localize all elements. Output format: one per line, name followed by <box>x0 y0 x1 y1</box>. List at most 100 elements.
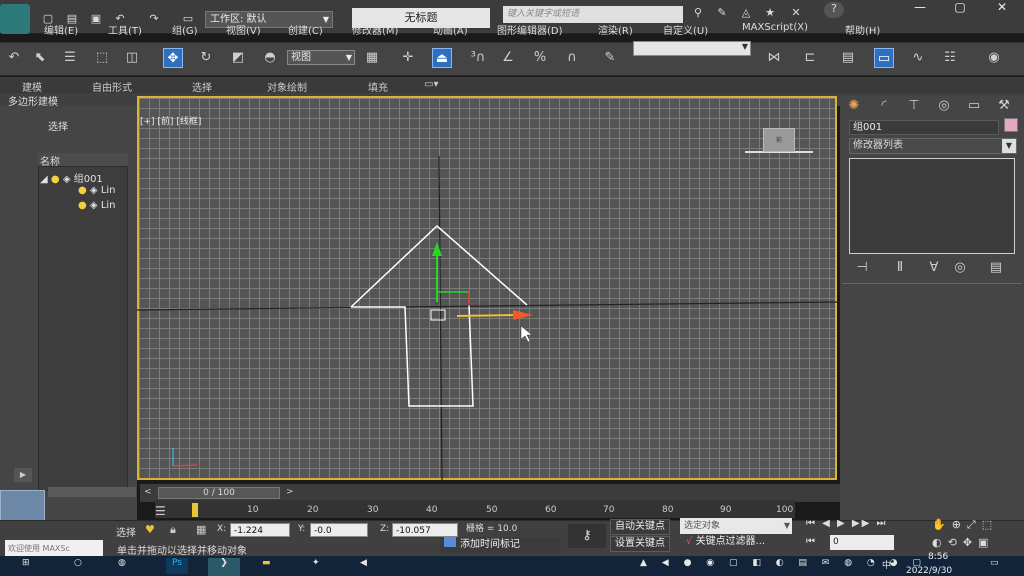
add-time-tag-button[interactable]: 添加时间标记 <box>440 537 560 553</box>
layer-manager-icon[interactable]: ▤ <box>838 48 858 68</box>
isolate-selection-icon[interactable]: ♥ <box>145 523 155 536</box>
x-coordinate-field[interactable]: -1.224 <box>230 523 290 537</box>
scene-select-label[interactable]: 选择 <box>48 118 68 133</box>
playback-controls[interactable]: ⏮ ◀ ▶ ▶▶ ⏭ <box>806 518 887 529</box>
search-input[interactable]: 键入关键字或短语 <box>503 6 683 23</box>
gizmo-x-axis[interactable] <box>456 314 518 317</box>
minimize-button[interactable]: — <box>900 0 940 16</box>
select-manipulate-icon[interactable]: ✛ <box>398 48 418 68</box>
browser-icon[interactable]: ◍ <box>118 558 126 568</box>
tree-row-line-1[interactable]: ● ◈ Lin <box>78 185 116 196</box>
time-next-icon[interactable]: > <box>286 487 294 497</box>
name-column-header[interactable]: 名称 <box>38 153 128 168</box>
menu-customize[interactable]: 自定义(U) <box>663 22 708 37</box>
scene-list-scrollbar[interactable] <box>48 487 136 497</box>
menu-modifiers[interactable]: 修改器(M) <box>352 22 398 37</box>
tree-row-line-2[interactable]: ● ◈ Lin <box>78 200 116 211</box>
mirror-icon[interactable]: ⋈ <box>764 48 784 68</box>
viewcube[interactable]: 前 <box>763 128 795 152</box>
absolute-mode-icon[interactable]: ▦ <box>196 523 206 536</box>
undo-toolbar-icon[interactable]: ↶ <box>4 48 24 68</box>
remove-modifier-icon[interactable]: ◎ <box>950 258 970 278</box>
configure-modifier-sets-icon[interactable]: ▤ <box>986 258 1006 278</box>
maximize-button[interactable]: ▢ <box>940 0 980 16</box>
angle-snap-icon[interactable]: ∠ <box>498 48 518 68</box>
material-editor-icon[interactable]: ◉ <box>984 48 1004 68</box>
key-mode-toggle-icon[interactable]: ⏮ <box>806 536 815 547</box>
snaps-toggle-icon[interactable]: ³∩ <box>468 48 488 68</box>
exchange-icon[interactable]: ✕ <box>788 6 804 20</box>
lightbulb-icon[interactable]: ● <box>78 200 87 211</box>
menu-animation[interactable]: 动画(A) <box>433 22 468 37</box>
tab-object-paint[interactable]: 对象绘制 <box>267 79 307 94</box>
tab-freeform[interactable]: 自由形式 <box>92 79 132 94</box>
app-icon[interactable]: ✦ <box>312 558 320 568</box>
align-icon[interactable]: ⊏ <box>800 48 820 68</box>
percent-snap-icon[interactable]: % <box>530 48 550 68</box>
pivot-center-icon[interactable]: ▦ <box>362 48 382 68</box>
key-selection-set-select[interactable]: 选定对象 ▼ <box>680 518 792 534</box>
communication-icon[interactable]: ◬ <box>738 6 754 20</box>
maxscript-listener-input[interactable]: 欢迎使用 MAXSc <box>5 540 103 557</box>
rect-selection-icon[interactable]: ⬚ <box>92 48 112 68</box>
menu-help[interactable]: 帮助(H) <box>845 22 880 37</box>
timeconfig-icon[interactable]: ☰ <box>155 504 166 518</box>
select-move-icon[interactable]: ✥ <box>163 48 183 68</box>
make-unique-icon[interactable]: ∀ <box>924 258 944 278</box>
current-frame-field[interactable]: 0 <box>830 535 894 550</box>
utilities-tab-icon[interactable]: ⚒ <box>994 96 1014 116</box>
expand-arrow-icon[interactable]: ◢ <box>40 174 48 185</box>
viewport-nav-controls-2[interactable]: ◐⟲✥▣ <box>932 536 994 549</box>
select-by-name-icon[interactable]: ☰ <box>60 48 80 68</box>
named-selection-sets-input[interactable]: ▼ <box>633 41 751 56</box>
app-icon-2[interactable]: ◀ <box>360 558 367 568</box>
select-scale-icon[interactable]: ◩ <box>228 48 248 68</box>
y-coordinate-field[interactable]: -0.0 <box>310 523 368 537</box>
hierarchy-tab-icon[interactable]: ⊤ <box>904 96 924 116</box>
create-tab-icon[interactable]: ✺ <box>844 96 864 116</box>
tree-row-group[interactable]: ◢ ● ◈ 组001 <box>40 170 103 185</box>
motion-tab-icon[interactable]: ◎ <box>934 96 954 116</box>
app-logo-icon[interactable] <box>0 4 30 34</box>
menu-create[interactable]: 创建(C) <box>288 22 323 37</box>
ribbon-options-icon[interactable]: ▭▾ <box>424 79 438 90</box>
keyboard-shortcut-override-icon[interactable]: ⏏ <box>432 48 452 68</box>
key-filters-button[interactable]: √ 关键点过滤器... <box>682 535 769 551</box>
clock-date[interactable]: 2022/9/30 <box>906 566 952 576</box>
menu-rendering[interactable]: 渲染(R) <box>598 22 633 37</box>
start-icon[interactable]: ⊞ <box>22 558 30 568</box>
window-crossing-icon[interactable]: ◫ <box>122 48 142 68</box>
house-body-line[interactable] <box>351 304 474 407</box>
reference-coordinate-select[interactable]: 视图 ▼ <box>287 50 355 65</box>
menu-edit[interactable]: 编辑(E) <box>44 22 78 37</box>
lightbulb-icon[interactable]: ● <box>51 174 60 185</box>
modify-tab-icon[interactable]: ◜ <box>874 96 894 116</box>
time-slider-thumb[interactable]: 0 / 100 <box>158 487 280 499</box>
key-icon[interactable]: ⚷ <box>568 524 606 548</box>
menu-maxscript[interactable]: MAXScript(X) <box>742 22 808 33</box>
show-end-result-icon[interactable]: Ⅱ <box>890 258 910 278</box>
menu-group[interactable]: 组(G) <box>172 22 198 37</box>
gizmo-center[interactable] <box>430 309 446 321</box>
modifier-list-dropdown[interactable]: 修改器列表 ▼ <box>849 138 1017 154</box>
menu-tools[interactable]: 工具(T) <box>108 22 142 37</box>
pin-stack-icon[interactable]: ⊣ <box>852 258 872 278</box>
close-button[interactable]: ✕ <box>982 0 1022 16</box>
time-prev-icon[interactable]: < <box>144 487 152 497</box>
help-icon[interactable]: ? <box>824 2 844 18</box>
spinner-snap-icon[interactable]: ∩ <box>562 48 582 68</box>
auto-key-button[interactable]: 自动关键点 <box>610 519 670 535</box>
photoshop-icon[interactable]: Ps <box>166 558 188 574</box>
ribbon-toggle-icon[interactable]: ▭ <box>874 48 894 68</box>
tab-populate[interactable]: 填充 <box>368 79 388 94</box>
curve-editor-icon[interactable]: ∿ <box>908 48 928 68</box>
roof-line[interactable] <box>350 224 528 308</box>
save-file-icon[interactable]: ▣ <box>88 12 104 26</box>
tab-modeling[interactable]: 建模 <box>22 79 42 94</box>
file-explorer-icon[interactable]: ▬ <box>262 558 271 568</box>
select-object-icon[interactable]: ⬉ <box>30 48 50 68</box>
viewport-label[interactable]: [+] [前] [线框] <box>140 114 201 127</box>
display-tab-icon[interactable]: ▭ <box>964 96 984 116</box>
viewport-nav-controls[interactable]: ✋⊕⤢⬚ <box>932 518 998 532</box>
notification-icon[interactable]: ▭ <box>990 558 999 568</box>
